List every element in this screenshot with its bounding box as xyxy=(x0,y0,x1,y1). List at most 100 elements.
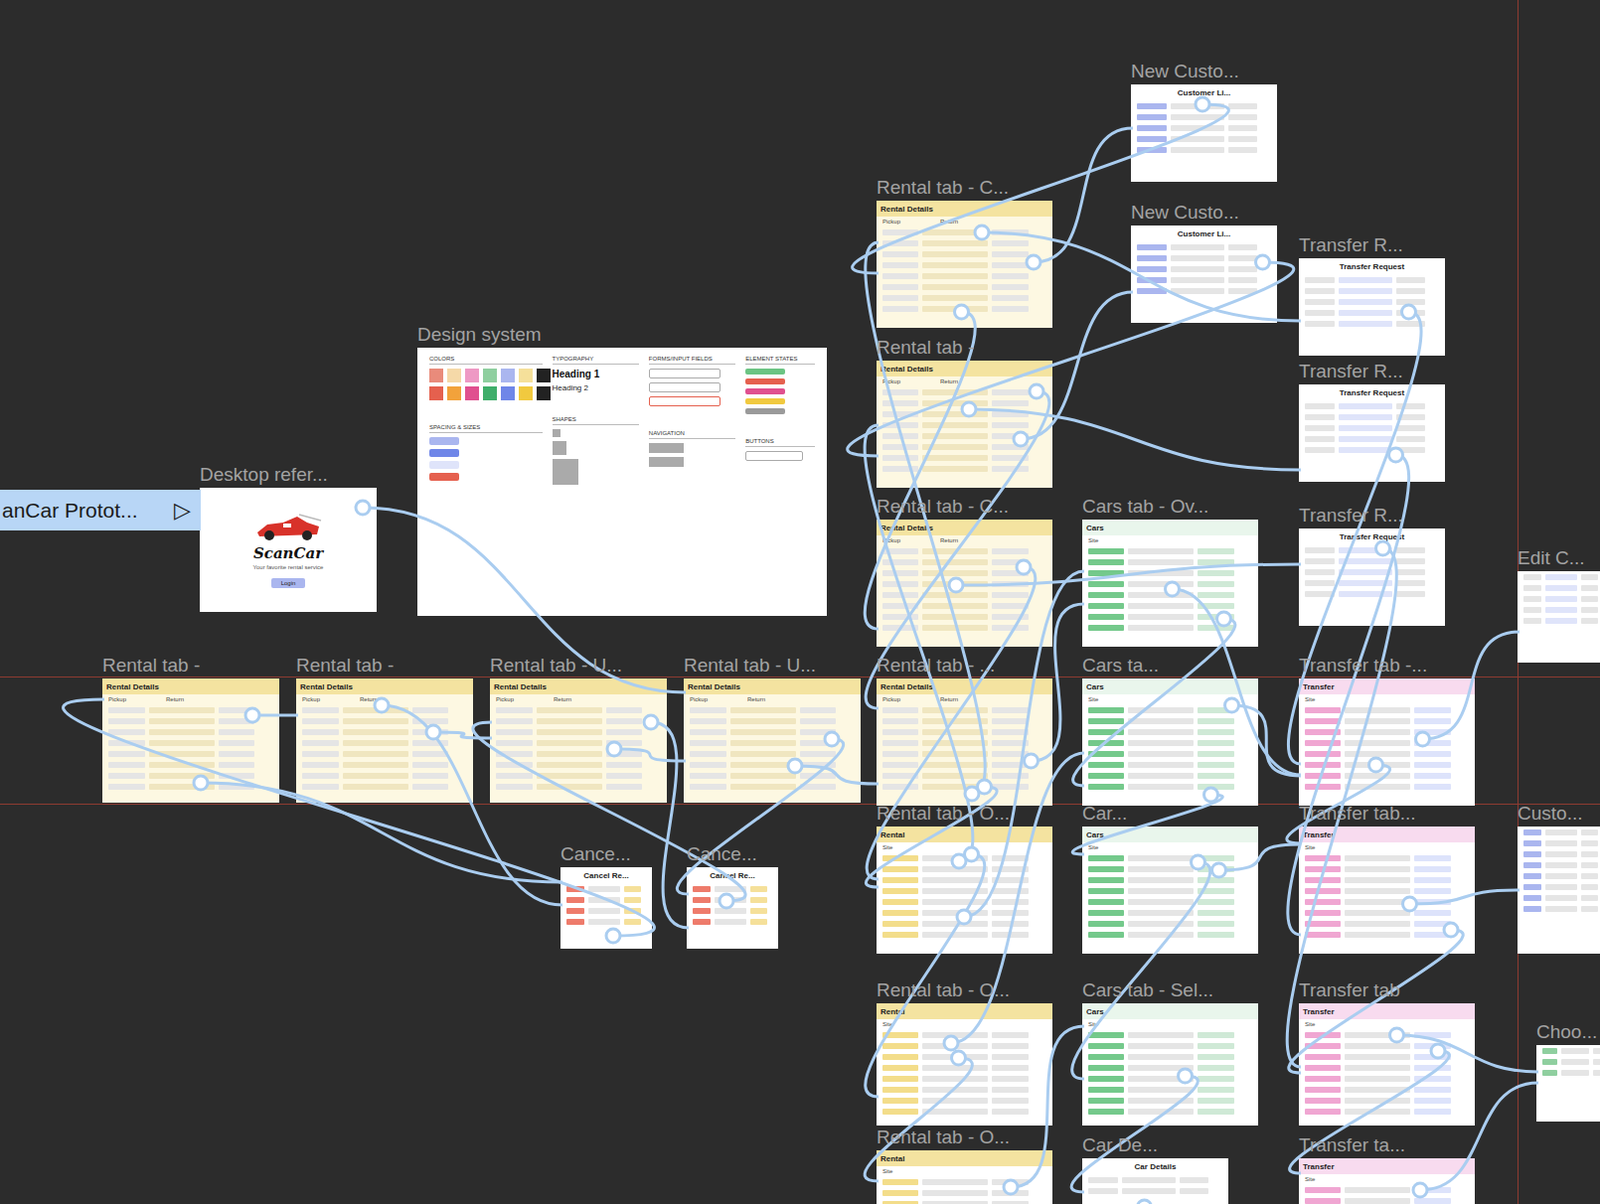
connection-handle-icon[interactable] xyxy=(1003,1180,1018,1195)
frame-label[interactable]: Cance... xyxy=(686,843,758,866)
connection-handle-icon[interactable] xyxy=(1225,698,1240,713)
frame-label[interactable]: Transfer R... xyxy=(1298,234,1404,257)
connection-handle-icon[interactable] xyxy=(1013,432,1028,447)
connection-line[interactable] xyxy=(650,722,689,929)
connection-handle-icon[interactable] xyxy=(1178,1069,1193,1084)
prototype-frame[interactable]: TransferSite xyxy=(1298,1158,1475,1204)
connection-handle-icon[interactable] xyxy=(961,402,976,417)
connection-line[interactable] xyxy=(956,564,1301,586)
frame-label[interactable]: Choo... xyxy=(1536,1021,1598,1044)
prototype-frame[interactable]: Car Details xyxy=(1082,1158,1229,1204)
prototype-frame[interactable]: Rental DetailsPickupReturn xyxy=(489,678,667,803)
connection-handle-icon[interactable] xyxy=(957,910,971,925)
connection-handle-icon[interactable] xyxy=(1191,855,1206,870)
prototype-frame[interactable]: COLORSSPACING & SIZESTYPOGRAPHYHeading 1… xyxy=(417,347,827,617)
frame-label[interactable]: Transfer ta... xyxy=(1298,1134,1406,1157)
connection-handle-icon[interactable] xyxy=(245,708,260,723)
prototype-frame[interactable]: Transfer Request xyxy=(1298,384,1445,482)
connection-handle-icon[interactable] xyxy=(1443,923,1458,938)
frame-label[interactable]: New Custo... xyxy=(1130,201,1240,224)
frame-label[interactable]: Cars tab - Sel... xyxy=(1082,979,1214,1002)
frame-label[interactable]: Rental tab - C... xyxy=(876,176,1009,199)
frame-label[interactable]: New Custo... xyxy=(1130,60,1240,83)
connection-line[interactable] xyxy=(847,262,1294,457)
connection-handle-icon[interactable] xyxy=(949,578,963,593)
connection-line[interactable] xyxy=(1288,930,1463,1074)
connection-line[interactable] xyxy=(981,232,1301,321)
connection-handle-icon[interactable] xyxy=(1389,448,1404,463)
connection-handle-icon[interactable] xyxy=(977,780,992,795)
connection-line[interactable] xyxy=(381,705,563,906)
prototype-frame[interactable]: Cancel Re... xyxy=(686,867,779,950)
frame-label[interactable]: Design system xyxy=(417,323,542,346)
connection-line[interactable] xyxy=(1020,292,1133,440)
connection-line[interactable] xyxy=(1287,455,1410,936)
connection-handle-icon[interactable] xyxy=(944,1036,959,1051)
connection-handle-icon[interactable] xyxy=(1217,612,1232,627)
connection-handle-icon[interactable] xyxy=(952,1051,966,1066)
frame-label[interactable]: Rental tab - O... xyxy=(876,802,1010,825)
frame-label[interactable]: Car De... xyxy=(1082,1134,1158,1157)
connection-handle-icon[interactable] xyxy=(1256,255,1271,270)
connection-handle-icon[interactable] xyxy=(1024,754,1039,769)
connection-handle-icon[interactable] xyxy=(824,732,839,747)
connection-handle-icon[interactable] xyxy=(964,787,979,801)
frame-label[interactable]: Car... xyxy=(1082,802,1127,825)
connection-handle-icon[interactable] xyxy=(1029,384,1044,399)
prototype-frame[interactable]: TransferSite xyxy=(1298,1003,1475,1126)
frame-label[interactable]: Rental tab - xyxy=(876,336,974,359)
connection-handle-icon[interactable] xyxy=(1431,1044,1445,1059)
connection-line[interactable] xyxy=(1071,1076,1198,1193)
frame-label[interactable]: Rental tab - U... xyxy=(683,654,816,677)
prototype-frame[interactable]: Rental DetailsPickupReturn xyxy=(683,678,861,803)
connection-line[interactable] xyxy=(200,783,563,883)
connection-handle-icon[interactable] xyxy=(1026,255,1041,270)
connection-line[interactable] xyxy=(865,854,985,1098)
frame-label[interactable]: Rental tab - C... xyxy=(876,495,1009,518)
prototype-frame[interactable]: Rental DetailsPickupReturn xyxy=(102,678,280,803)
connection-line[interactable] xyxy=(865,242,985,795)
connection-handle-icon[interactable] xyxy=(1369,758,1384,773)
connection-handle-icon[interactable] xyxy=(788,759,802,774)
play-icon[interactable]: ▷ xyxy=(173,497,191,524)
prototype-frame[interactable]: CarsSite xyxy=(1082,678,1259,806)
connection-line[interactable] xyxy=(1232,705,1302,777)
connection-handle-icon[interactable] xyxy=(1416,732,1431,747)
frame-label[interactable]: Custo... xyxy=(1517,802,1583,825)
connection-handle-icon[interactable] xyxy=(964,847,979,862)
prototype-frame[interactable]: ScanCarYour favorite rental serviceLogin xyxy=(199,487,377,613)
connection-line[interactable] xyxy=(433,732,492,739)
frame-label[interactable]: Rental tab - xyxy=(102,654,200,677)
connection-line[interactable] xyxy=(963,571,1085,918)
connection-handle-icon[interactable] xyxy=(355,500,370,515)
frame-label[interactable]: Transfer R... xyxy=(1298,360,1404,383)
frame-label[interactable]: Cars ta... xyxy=(1082,654,1159,677)
connection-handle-icon[interactable] xyxy=(1402,305,1417,320)
connection-line[interactable] xyxy=(1072,795,1223,855)
connection-line[interactable] xyxy=(1397,1035,1540,1073)
frame-label[interactable]: Transfer tab -... xyxy=(1298,654,1428,677)
frame-label[interactable]: Cance... xyxy=(560,843,632,866)
prototype-frame[interactable]: RentalSite xyxy=(876,826,1053,955)
connection-line[interactable] xyxy=(473,722,746,902)
connection-line[interactable] xyxy=(1287,312,1422,765)
figma-canvas[interactable]: ScanCarYour favorite rental serviceLogin… xyxy=(0,0,1600,1204)
connection-line[interactable] xyxy=(864,1058,972,1182)
frame-label[interactable]: Desktop refer... xyxy=(199,464,328,486)
connection-line[interactable] xyxy=(1423,632,1521,740)
prototype-frame[interactable] xyxy=(1517,571,1600,663)
connection-handle-icon[interactable] xyxy=(607,742,622,757)
prototype-frame[interactable]: CarsSite xyxy=(1082,1003,1259,1126)
connection-handle-icon[interactable] xyxy=(1016,560,1031,575)
prototype-frame[interactable]: RentalSite xyxy=(876,1003,1053,1126)
connection-line[interactable] xyxy=(1033,128,1133,263)
prototype-frame[interactable]: Customer Li... xyxy=(1130,84,1278,182)
prototype-frame[interactable]: Rental DetailsPickupReturn xyxy=(876,200,1053,328)
frame-label[interactable]: Rental tab - ... xyxy=(876,654,995,677)
login-button[interactable]: Login xyxy=(271,578,307,589)
connection-line[interactable] xyxy=(1073,619,1236,787)
prototype-frame[interactable]: CarsSite xyxy=(1082,826,1259,955)
frame-label[interactable]: Rental tab - xyxy=(296,654,394,677)
connection-line[interactable] xyxy=(865,787,997,888)
frame-label[interactable]: Rental tab - O... xyxy=(876,979,1010,1002)
